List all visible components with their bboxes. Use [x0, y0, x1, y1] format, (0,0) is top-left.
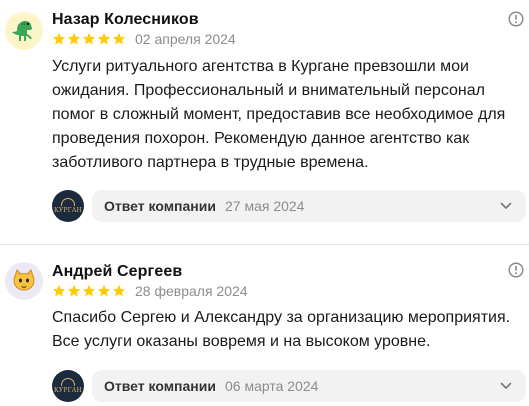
review-date: 02 апреля 2024: [135, 31, 236, 47]
company-reply-toggle[interactable]: Ответ компании 27 мая 2024: [92, 190, 526, 222]
review-author[interactable]: Назар Колесников: [52, 11, 199, 29]
reply-label: Ответ компании: [104, 198, 216, 214]
rating-row: 02 апреля 2024: [52, 31, 236, 47]
reply-label: Ответ компании: [104, 378, 216, 394]
star-icon: [97, 32, 111, 45]
chevron-down-icon: [500, 202, 512, 209]
review-divider: [0, 244, 529, 245]
logo-mark: [61, 378, 75, 386]
star-icon: [52, 284, 66, 297]
reply-date: 27 мая 2024: [224, 198, 305, 214]
reply-date: 06 марта 2024: [224, 378, 319, 394]
review-card: Андрей Сергеев 28 февраля 2024 Спасибо С…: [0, 248, 529, 406]
rating-row: 28 февраля 2024: [52, 283, 248, 299]
user-avatar[interactable]: [5, 12, 43, 50]
star-icon: [52, 32, 66, 45]
company-reply-toggle[interactable]: Ответ компании 06 марта 2024: [92, 370, 526, 402]
dinosaur-icon: [12, 21, 32, 41]
review-card: Назар Колесников 02 апреля 2024 Услуги р…: [0, 0, 529, 240]
star-icon: [112, 32, 126, 45]
logo-mark: [61, 198, 75, 206]
company-logo-text: КУРГАН: [54, 387, 82, 394]
chevron-down-icon: [500, 382, 512, 389]
review-author[interactable]: Андрей Сергеев: [52, 263, 182, 281]
company-logo: КУРГАН: [52, 370, 84, 402]
star-icon: [97, 284, 111, 297]
info-icon[interactable]: [508, 11, 524, 27]
star-rating: [52, 32, 126, 46]
star-icon: [67, 284, 81, 297]
star-icon: [82, 284, 96, 297]
star-icon: [67, 32, 81, 45]
company-logo-text: КУРГАН: [54, 207, 82, 214]
cat-icon: [13, 269, 35, 291]
user-avatar[interactable]: [5, 262, 43, 300]
star-rating: [52, 284, 126, 298]
star-icon: [112, 284, 126, 297]
company-logo: КУРГАН: [52, 190, 84, 222]
review-text: Спасибо Сергею и Александру за организац…: [52, 309, 511, 350]
star-icon: [82, 32, 96, 45]
review-date: 28 февраля 2024: [135, 283, 248, 299]
review-text: Услуги ритуального агентства в Кургане п…: [52, 58, 506, 171]
info-icon[interactable]: [508, 262, 524, 278]
